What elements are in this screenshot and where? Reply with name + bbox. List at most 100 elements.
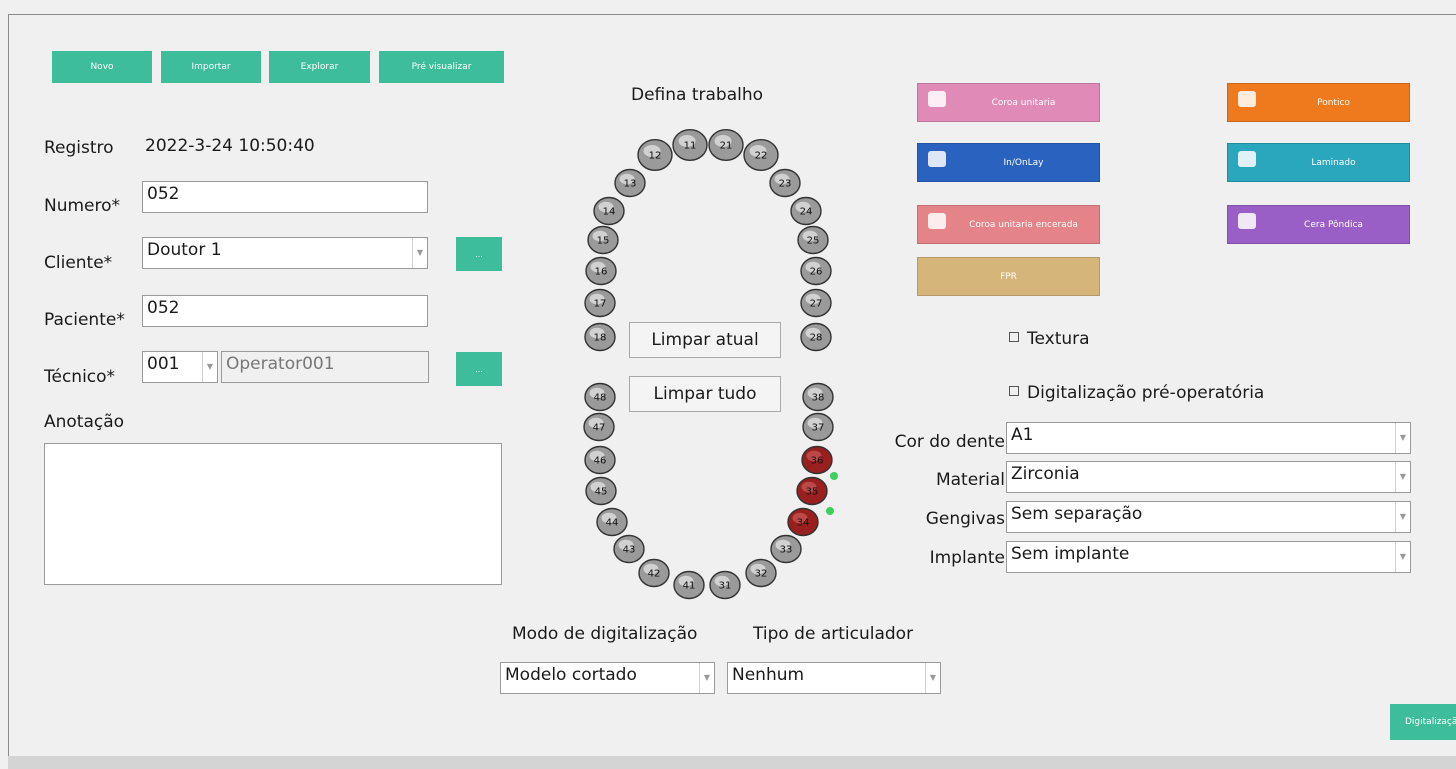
inlay-icon [928, 151, 946, 167]
tooth-16[interactable]: 16 [585, 256, 617, 286]
textura-label: Textura [1027, 329, 1090, 349]
work-type-label: Cera Pôndica [1304, 219, 1363, 230]
cliente-label: Cliente* [44, 253, 113, 273]
cor-label: Cor do dente [894, 432, 1005, 452]
explore-button[interactable]: Explorar [269, 51, 370, 83]
tooth-number: 11 [684, 141, 697, 152]
work-type-button[interactable]: Laminado [1227, 143, 1410, 182]
tooth-number: 23 [779, 179, 792, 190]
tooth-number: 12 [649, 151, 662, 162]
work-type-button[interactable]: Cera Pôndica [1227, 205, 1410, 244]
tooth-46[interactable]: 46 [584, 445, 616, 475]
tooth-number: 46 [594, 456, 607, 467]
implante-label: Implante [929, 548, 1005, 568]
tooth-22[interactable]: 22 [743, 139, 779, 172]
gengivas-label: Gengivas [925, 509, 1005, 529]
work-type-button[interactable]: In/OnLay [917, 143, 1100, 182]
work-type-button[interactable]: FPR [917, 257, 1100, 296]
tecnico-code-select[interactable]: 001 ▼ [142, 351, 218, 383]
tooth-number: 35 [806, 487, 819, 498]
cor-select[interactable]: A1 ▼ [1006, 422, 1411, 454]
scan-mode-select[interactable]: Modelo cortado ▼ [500, 662, 715, 694]
teeth-panel-title: Defina trabalho [631, 85, 764, 105]
tooth-13[interactable]: 13 [614, 168, 646, 198]
articulator-value: Nenhum [732, 665, 805, 685]
tooth-36[interactable]: 36 [801, 445, 833, 475]
tooth-28[interactable]: 28 [800, 322, 832, 352]
tooth-35[interactable]: 35 [796, 476, 828, 506]
new-button[interactable]: Novo [52, 51, 152, 83]
work-type-label: FPR [1000, 271, 1017, 282]
tooth-33[interactable]: 33 [770, 534, 802, 564]
tooth-38[interactable]: 38 [802, 382, 834, 412]
registro-value: 2022-3-24 10:50:40 [145, 136, 315, 156]
material-select[interactable]: Zirconia ▼ [1006, 461, 1411, 493]
chevron-down-icon: ▼ [412, 238, 427, 268]
tooth-number: 42 [648, 569, 661, 580]
tooth-number: 43 [623, 545, 636, 556]
tooth-17[interactable]: 17 [584, 288, 616, 318]
tooth-15[interactable]: 15 [587, 225, 619, 255]
tooth-34[interactable]: 34 [787, 507, 819, 537]
chevron-down-icon: ▼ [1395, 542, 1410, 572]
clear-current-button[interactable]: Limpar atual [629, 322, 781, 358]
tooth-number: 24 [800, 207, 813, 218]
tecnico-more-button[interactable]: ... [456, 352, 502, 386]
tooth-45[interactable]: 45 [585, 476, 617, 506]
tooth-25[interactable]: 25 [797, 225, 829, 255]
clear-all-button[interactable]: Limpar tudo [629, 376, 781, 412]
material-value: Zirconia [1011, 464, 1080, 484]
gengivas-value: Sem separação [1011, 504, 1143, 524]
numero-input[interactable]: 052 [142, 181, 428, 213]
preview-button[interactable]: Pré visualizar [379, 51, 504, 83]
tooth-21[interactable]: 21 [708, 128, 744, 162]
tooth-12[interactable]: 12 [637, 139, 673, 172]
tooth-43[interactable]: 43 [613, 534, 645, 564]
tooth-number: 44 [606, 518, 619, 529]
work-type-label: In/OnLay [1003, 157, 1044, 168]
work-type-label: Pontico [1317, 97, 1350, 108]
tooth-27[interactable]: 27 [800, 288, 832, 318]
work-type-button[interactable]: Pontico [1227, 83, 1410, 122]
tooth-37[interactable]: 37 [802, 412, 834, 442]
tooth-number: 48 [594, 393, 607, 404]
tooth-18[interactable]: 18 [584, 322, 616, 352]
work-type-button[interactable]: Coroa unitaria encerada [917, 205, 1100, 244]
tooth-number: 25 [807, 236, 820, 247]
work-type-button[interactable]: Coroa unitaria [917, 83, 1100, 122]
preop-checkbox[interactable]: Digitalização pré-operatória [1009, 383, 1264, 403]
tooth-41[interactable]: 41 [673, 570, 705, 600]
cliente-more-button[interactable]: ... [456, 237, 502, 271]
crown-icon [928, 91, 946, 107]
wax-pontic-icon [1238, 213, 1256, 229]
gengivas-select[interactable]: Sem separação ▼ [1006, 501, 1411, 533]
textura-checkbox[interactable]: Textura [1009, 329, 1090, 349]
implante-select[interactable]: Sem implante ▼ [1006, 541, 1411, 573]
cliente-select[interactable]: Doutor 1 ▼ [142, 237, 428, 269]
tooth-11[interactable]: 11 [672, 128, 708, 162]
tooth-42[interactable]: 42 [638, 558, 670, 588]
tooth-26[interactable]: 26 [800, 256, 832, 286]
tooth-31[interactable]: 31 [709, 570, 741, 600]
material-label: Material [935, 470, 1005, 490]
registro-label: Registro [44, 138, 114, 158]
tooth-47[interactable]: 47 [583, 412, 615, 442]
tooth-number: 17 [594, 299, 607, 310]
tooth-24[interactable]: 24 [790, 196, 822, 226]
tooth-14[interactable]: 14 [593, 196, 625, 226]
paciente-input[interactable]: 052 [142, 295, 428, 327]
articulator-select[interactable]: Nenhum ▼ [727, 662, 941, 694]
pontic-icon [1238, 91, 1256, 107]
tooth-23[interactable]: 23 [769, 168, 801, 198]
implante-value: Sem implante [1011, 544, 1130, 564]
tooth-32[interactable]: 32 [745, 558, 777, 588]
wax-crown-icon [928, 213, 946, 229]
tooth-48[interactable]: 48 [584, 382, 616, 412]
chevron-down-icon: ▼ [1395, 423, 1410, 453]
tooth-44[interactable]: 44 [596, 507, 628, 537]
import-button[interactable]: Importar [161, 51, 261, 83]
scan-mode-value: Modelo cortado [505, 665, 637, 685]
anotacao-textarea[interactable] [44, 443, 502, 585]
start-scan-button[interactable]: Digitalização [1390, 704, 1456, 740]
veneer-icon [1238, 151, 1256, 167]
